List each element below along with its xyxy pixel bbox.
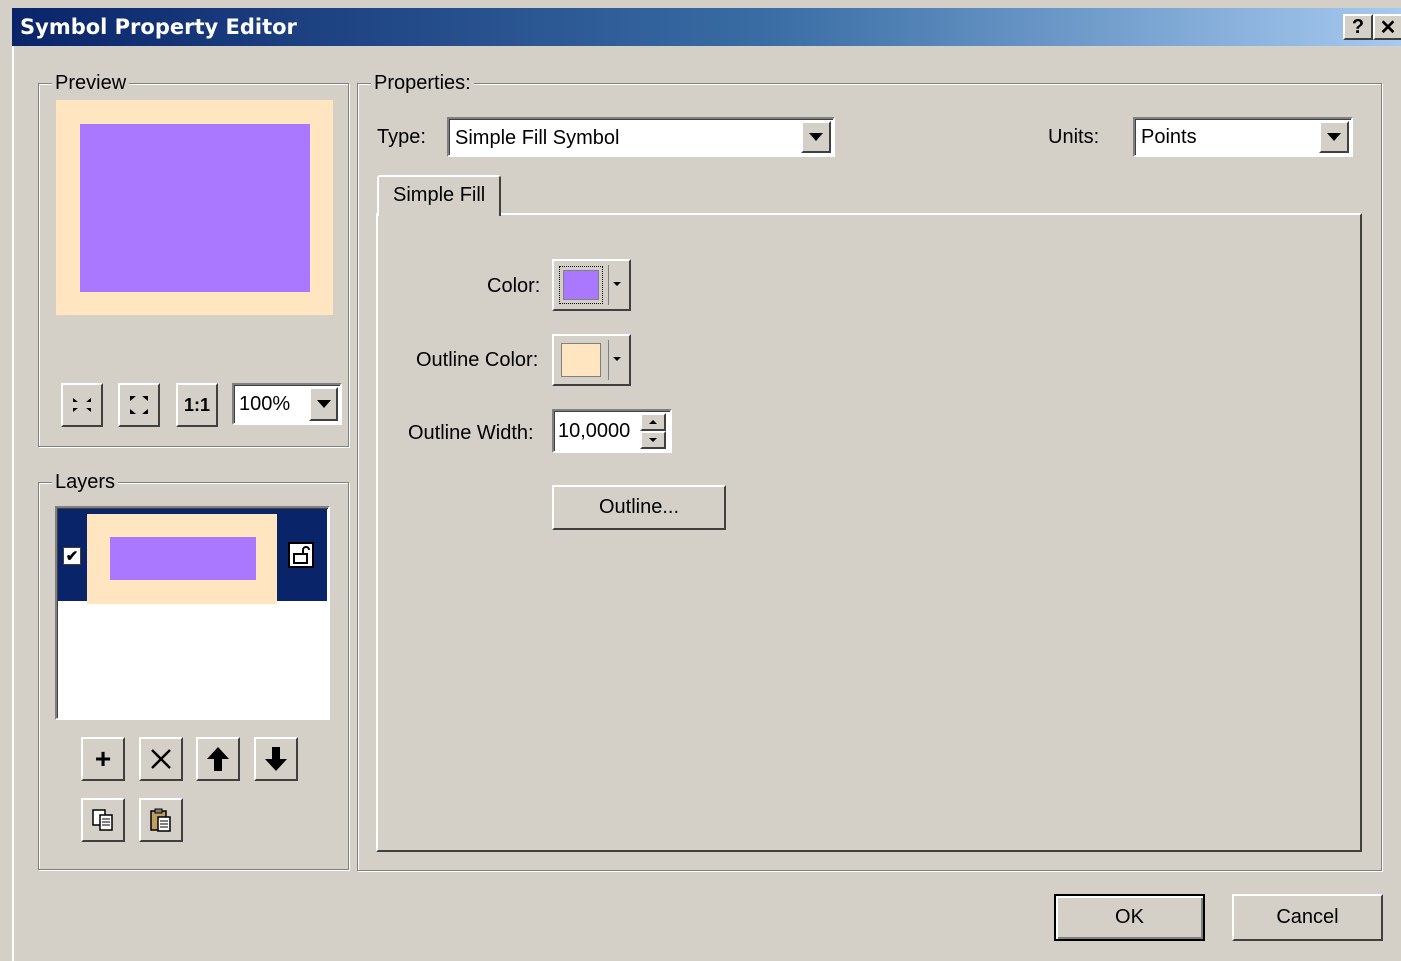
chevron-down-icon xyxy=(1327,133,1341,141)
chevron-down-icon xyxy=(316,400,331,408)
copy-icon xyxy=(92,809,113,831)
add-icon: + xyxy=(94,743,112,774)
ok-button[interactable]: OK xyxy=(1054,894,1205,941)
expand-icon xyxy=(130,396,148,414)
chevron-down-icon xyxy=(649,438,657,442)
layer-row-selected[interactable]: ✔ xyxy=(58,509,327,604)
outline-width-label: Outline Width: xyxy=(408,422,534,444)
move-up-icon xyxy=(207,747,229,771)
actual-size-button[interactable]: 1:1 xyxy=(176,383,218,427)
outline-color-divider xyxy=(608,340,609,380)
outline-width-value: 10,0000 xyxy=(558,420,631,442)
units-value: Points xyxy=(1141,126,1197,148)
layer-lock-button[interactable] xyxy=(288,542,314,568)
delete-icon xyxy=(151,749,171,769)
layer-swatch-fill xyxy=(110,537,256,580)
color-focus-rect xyxy=(559,266,603,304)
type-dropdown-button[interactable] xyxy=(801,121,831,153)
chevron-down-icon xyxy=(613,357,621,361)
color-swatch xyxy=(563,270,599,300)
outline-width-field[interactable]: 10,0000 xyxy=(552,409,672,453)
cancel-button-label: Cancel xyxy=(1276,906,1339,928)
layers-list[interactable]: ✔ xyxy=(55,506,330,720)
help-button[interactable]: ? xyxy=(1343,14,1373,40)
delete-layer-button[interactable] xyxy=(139,737,183,781)
close-icon: ✕ xyxy=(1379,16,1397,39)
units-label: Units: xyxy=(1048,126,1100,148)
ok-button-label: OK xyxy=(1115,906,1144,928)
color-picker-button[interactable] xyxy=(552,259,631,311)
actual-size-icon: 1:1 xyxy=(183,394,210,415)
outline-color-label: Outline Color: xyxy=(416,349,539,371)
tab-simple-fill-label: Simple Fill xyxy=(393,184,486,206)
paste-icon xyxy=(150,808,171,832)
properties-legend: Properties: xyxy=(371,72,474,95)
move-down-icon xyxy=(265,747,287,771)
paste-layer-button[interactable] xyxy=(139,798,183,842)
preview-legend: Preview xyxy=(52,72,130,95)
chevron-down-icon xyxy=(613,282,621,286)
color-label: Color: xyxy=(487,275,541,297)
help-icon: ? xyxy=(1351,15,1365,38)
preview-fill xyxy=(80,124,310,292)
chevron-down-icon xyxy=(809,133,823,141)
units-dropdown-button[interactable] xyxy=(1319,121,1349,153)
layers-legend: Layers xyxy=(52,471,119,494)
type-select[interactable]: Simple Fill Symbol xyxy=(447,117,835,157)
zoom-select[interactable]: 100% xyxy=(232,383,342,425)
layer-visible-checkbox[interactable]: ✔ xyxy=(63,547,81,565)
add-layer-button[interactable]: + xyxy=(81,737,125,781)
outline-width-down-button[interactable] xyxy=(640,431,666,449)
title-bar[interactable]: Symbol Property Editor ? ✕ xyxy=(12,8,1401,46)
outline-color-dropdown-arrow xyxy=(613,357,621,361)
outline-button[interactable]: Outline... xyxy=(552,485,726,530)
chevron-up-icon xyxy=(649,420,657,424)
type-label: Type: xyxy=(377,126,426,148)
type-value: Simple Fill Symbol xyxy=(455,127,620,149)
units-select[interactable]: Points xyxy=(1133,117,1353,157)
color-divider xyxy=(608,265,609,305)
preview-outline xyxy=(56,100,333,315)
window-title: Symbol Property Editor xyxy=(20,15,297,39)
zoom-value: 100% xyxy=(239,393,291,415)
layer-swatch-outline xyxy=(87,514,277,604)
expand-button[interactable] xyxy=(118,383,160,427)
copy-layer-button[interactable] xyxy=(81,798,125,842)
move-down-button[interactable] xyxy=(254,737,298,781)
outline-width-up-button[interactable] xyxy=(640,413,666,431)
outline-color-swatch xyxy=(561,343,601,377)
zoom-dropdown-button[interactable] xyxy=(309,387,338,421)
tab-simple-fill[interactable]: Simple Fill xyxy=(377,175,501,216)
shrink-icon xyxy=(73,398,91,412)
outline-color-picker-button[interactable] xyxy=(552,334,631,386)
outline-button-label: Outline... xyxy=(598,496,680,518)
shrink-button[interactable] xyxy=(61,383,103,427)
cancel-button[interactable]: Cancel xyxy=(1232,894,1383,941)
color-dropdown-arrow xyxy=(613,282,621,286)
dialog-border xyxy=(12,46,14,961)
close-button[interactable]: ✕ xyxy=(1373,14,1401,40)
move-up-button[interactable] xyxy=(196,737,240,781)
tab-panel xyxy=(376,213,1362,852)
lock-icon xyxy=(293,546,310,564)
